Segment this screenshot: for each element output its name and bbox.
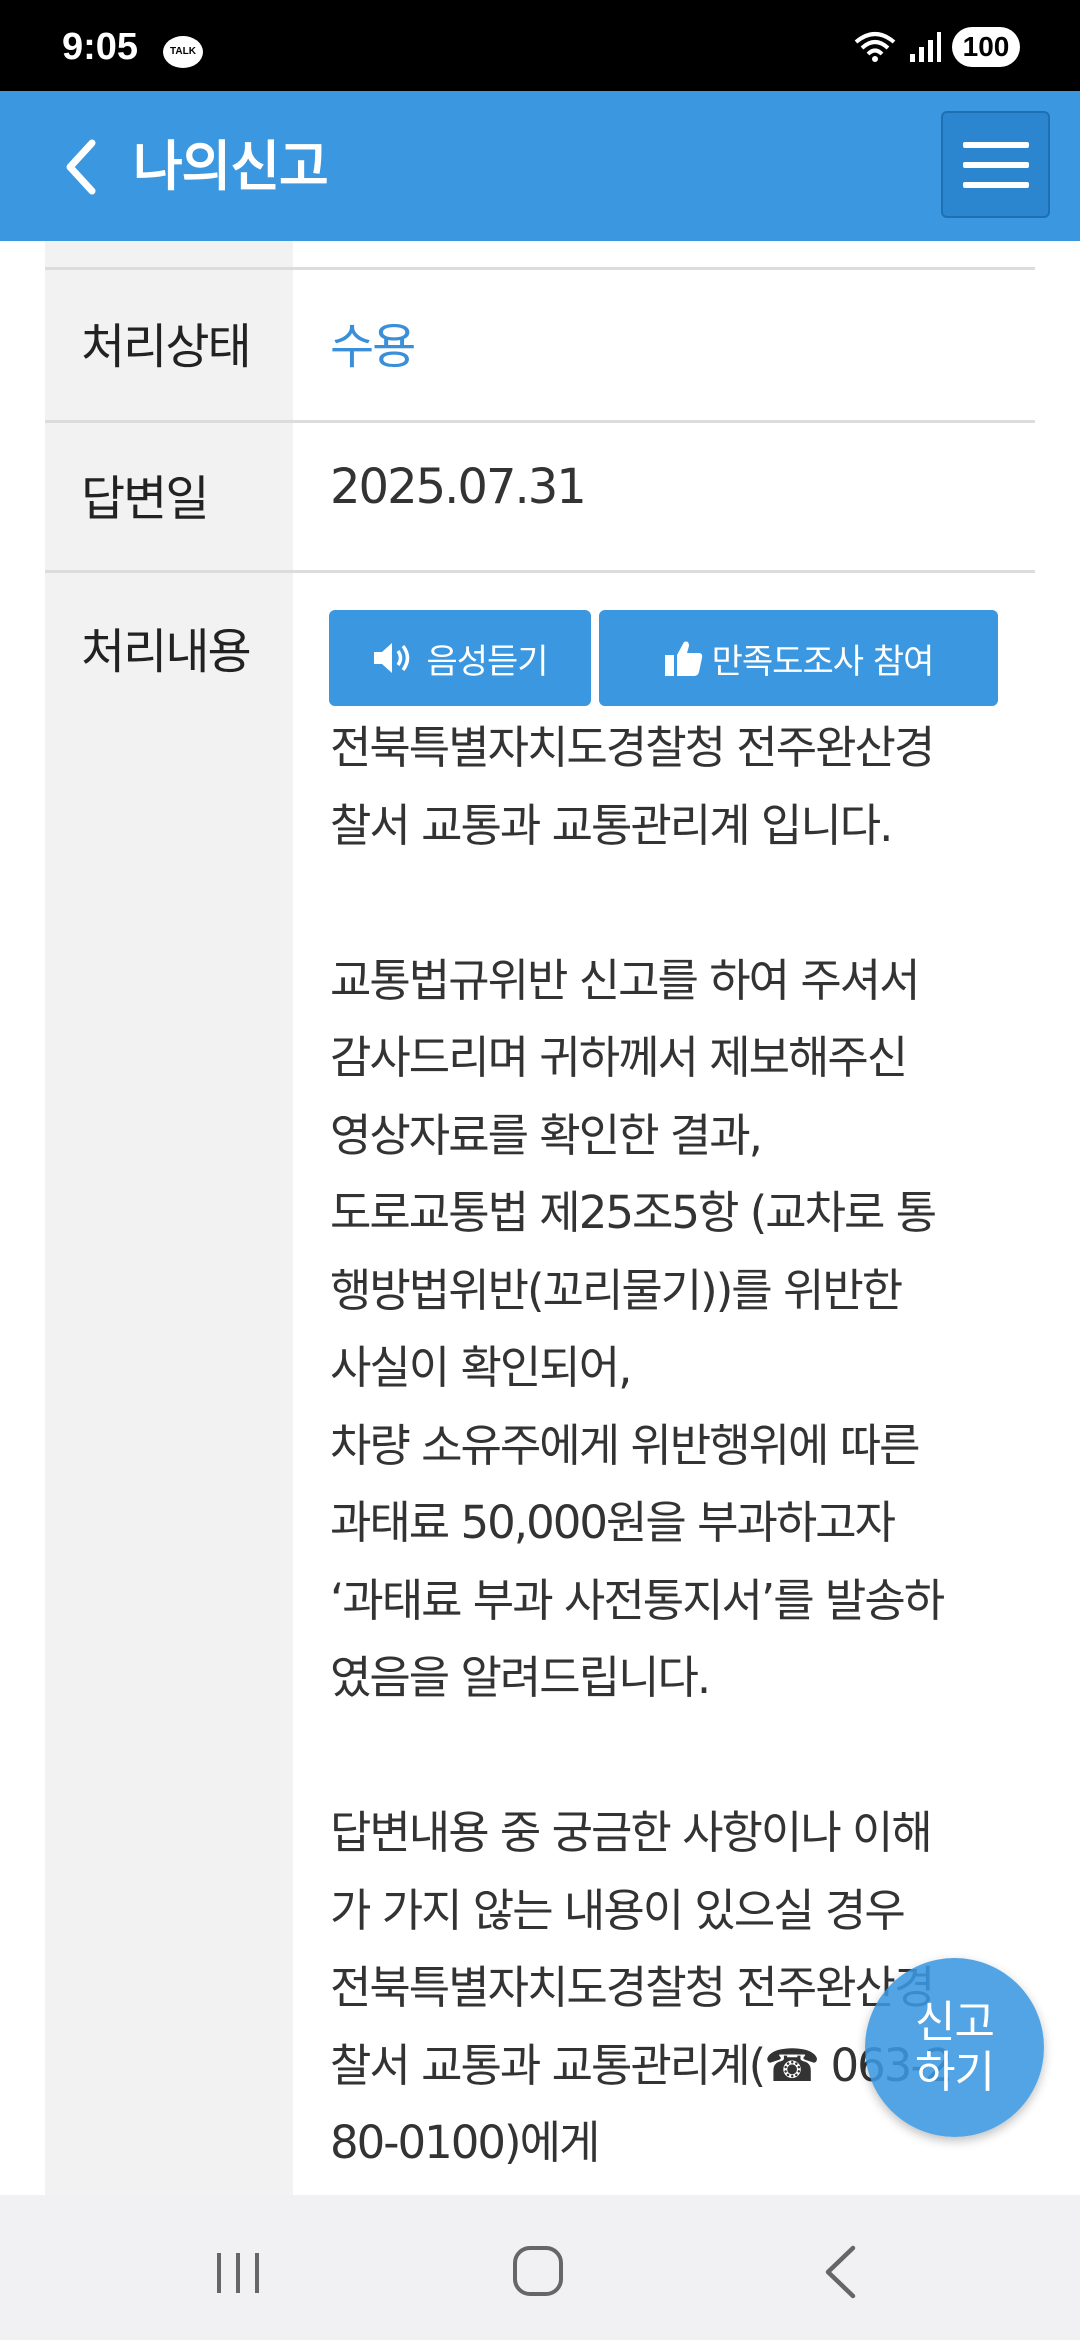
report-detail-table: 처리상태 수용 답변일 2025.07.31 처리내용 음성듣기 만족도조사 참…	[45, 241, 1035, 2195]
menu-button[interactable]	[941, 111, 1050, 218]
status-time: 9:05	[62, 26, 139, 68]
app-header: 나의신고	[0, 91, 1080, 241]
answer-date-value: 2025.07.31	[330, 459, 587, 515]
status-value: 수용	[330, 319, 416, 375]
back-nav-icon[interactable]	[820, 2245, 860, 2299]
divider	[45, 267, 1035, 270]
report-fab-button[interactable]: 신고 하기	[865, 1958, 1044, 2137]
back-button[interactable]	[40, 127, 120, 207]
system-nav-bar	[0, 2195, 1080, 2340]
divider	[45, 570, 1035, 573]
answer-date-label: 답변일	[81, 471, 209, 527]
page-title: 나의신고	[133, 135, 329, 198]
kakaotalk-icon: TALK	[163, 36, 203, 68]
satisfaction-survey-label: 만족도조사 참여	[711, 641, 935, 682]
status-label: 처리상태	[81, 319, 252, 375]
divider	[45, 420, 1035, 423]
home-icon[interactable]	[512, 2245, 564, 2297]
status-icons: 100	[852, 27, 1020, 67]
thumbs-up-icon	[664, 641, 702, 676]
listen-voice-label: 음성듣기	[426, 641, 548, 682]
content-actions: 음성듣기 만족도조사 참여	[329, 610, 998, 706]
fab-label-line2: 하기	[915, 2046, 995, 2098]
content-label: 처리내용	[81, 624, 252, 680]
speaker-icon	[374, 643, 410, 673]
chevron-left-icon	[66, 139, 96, 195]
fab-label-line1: 신고	[915, 1996, 995, 2048]
signal-icon	[910, 32, 941, 62]
wifi-icon	[854, 32, 896, 62]
recent-apps-icon[interactable]	[213, 2251, 263, 2295]
satisfaction-survey-button[interactable]: 만족도조사 참여	[599, 610, 998, 706]
listen-voice-button[interactable]: 음성듣기	[329, 610, 591, 706]
status-bar: 9:05 TALK 100	[0, 0, 1080, 91]
label-column	[45, 241, 293, 2195]
battery-indicator: 100	[952, 27, 1020, 67]
hamburger-icon	[962, 141, 1029, 148]
